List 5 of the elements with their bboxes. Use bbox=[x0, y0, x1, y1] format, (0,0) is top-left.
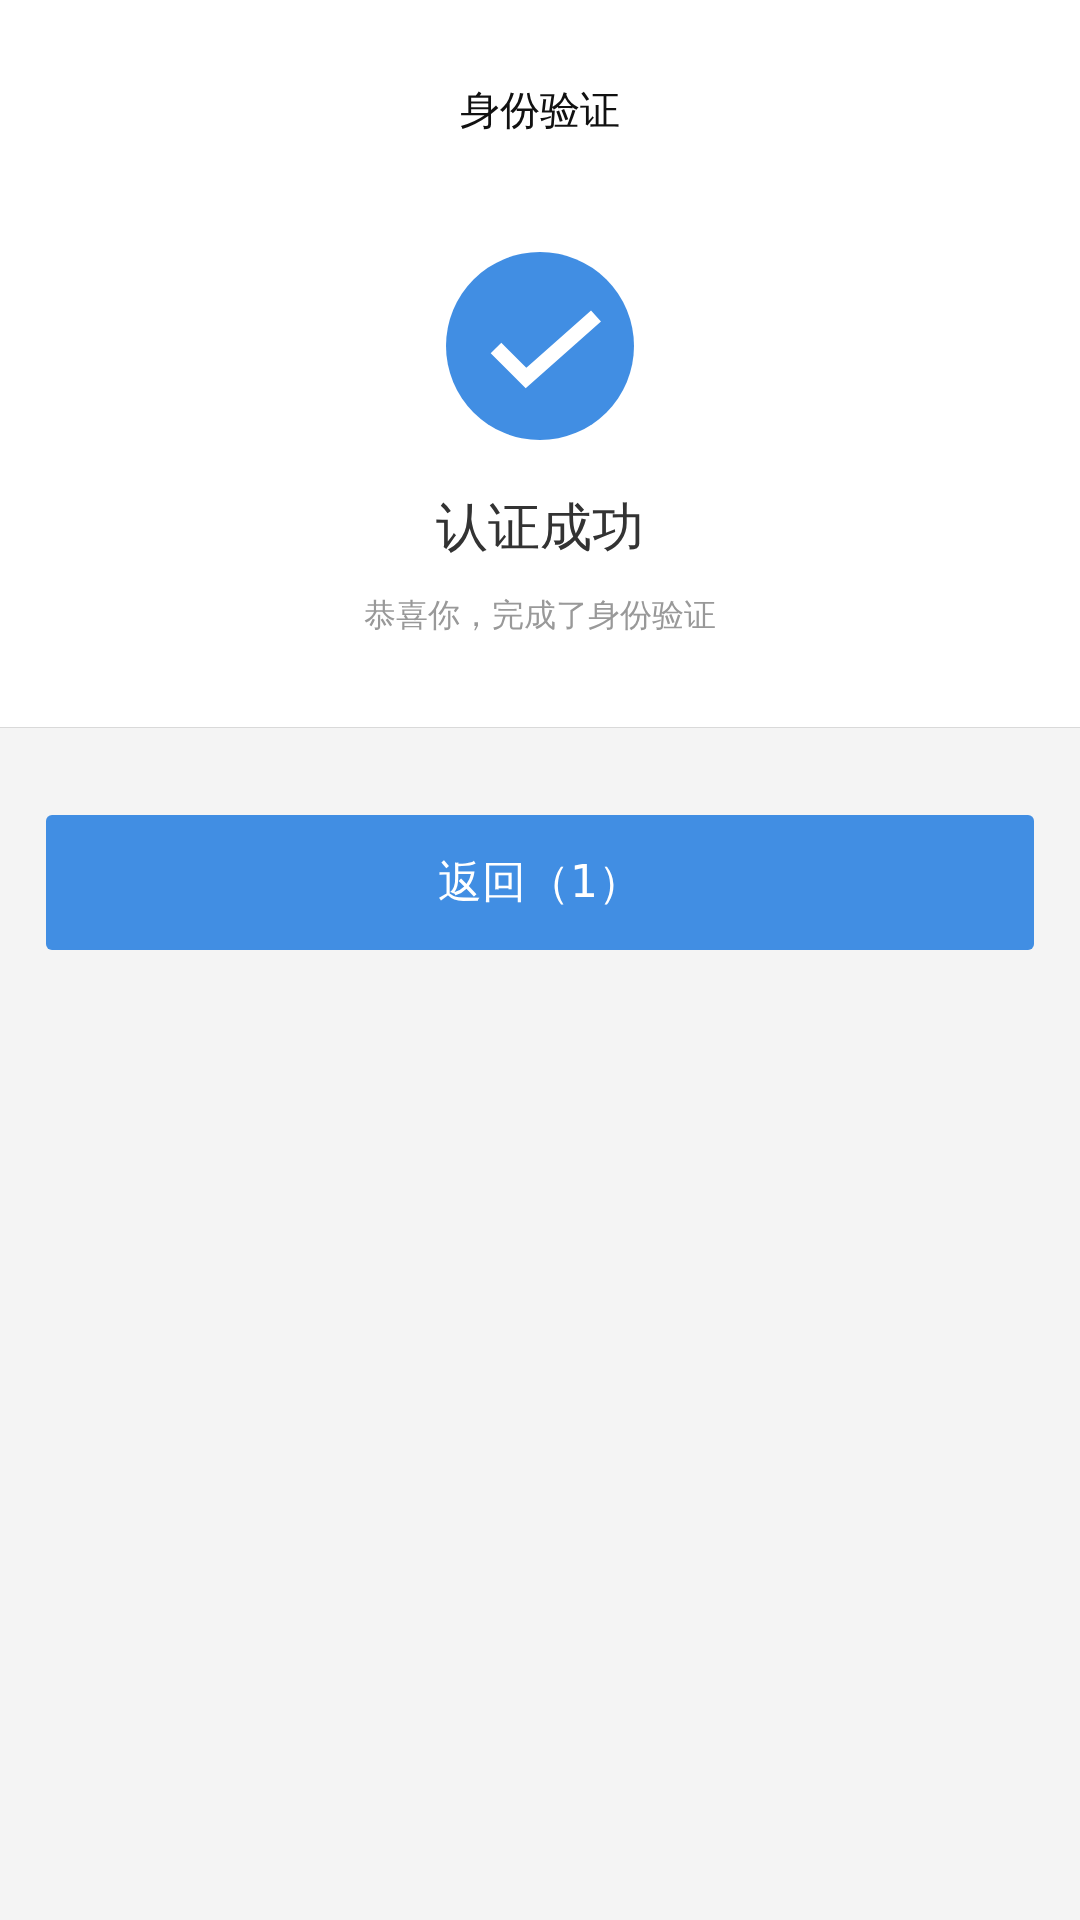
result-message: 恭喜你，完成了身份验证 bbox=[364, 595, 716, 635]
back-button[interactable]: 返回（1） bbox=[46, 815, 1034, 950]
result-heading: 认证成功 bbox=[436, 499, 644, 555]
page-title: 身份验证 bbox=[460, 88, 620, 132]
success-check-icon bbox=[446, 252, 634, 440]
